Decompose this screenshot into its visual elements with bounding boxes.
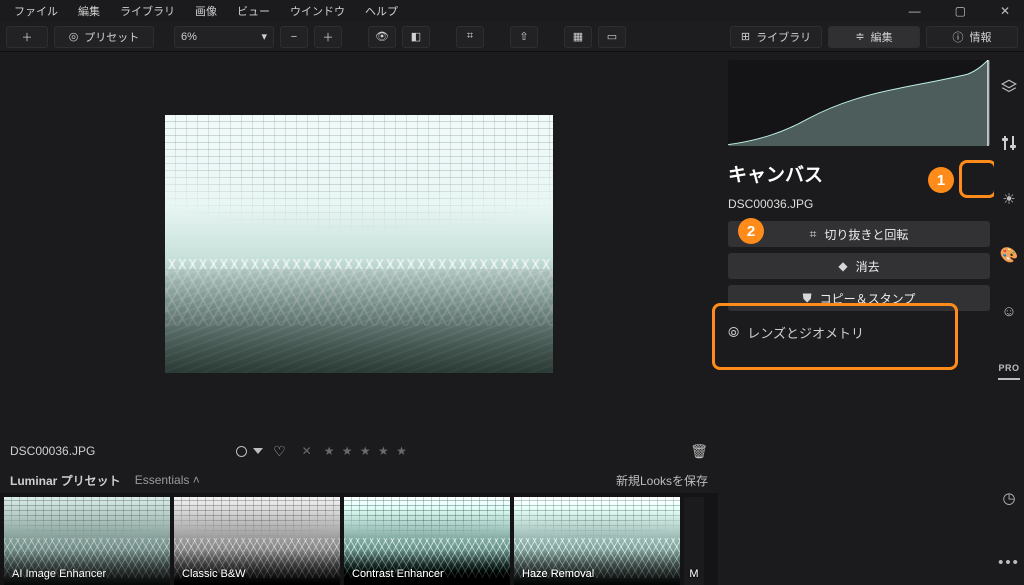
- maximize-button[interactable]: ▢: [945, 4, 976, 18]
- toolbar: ＋ ◎ プリセット 6% ▾ − ＋ 👁 ◧ ⌗ ⇧ ▦ ▭ ⊞ ライブラリ ≑…: [0, 22, 1024, 52]
- zoom-in-button[interactable]: ＋: [314, 26, 342, 48]
- preset-thumb-label: AI Image Enhancer: [12, 568, 106, 580]
- delete-button[interactable]: 🗑: [690, 443, 708, 460]
- stamp-icon: ⛊: [803, 291, 812, 306]
- preset-title: Luminar プリセット: [10, 472, 121, 489]
- save-look-button[interactable]: 新規Looksを保存: [616, 472, 708, 489]
- preset-thumb[interactable]: AI Image Enhancer: [4, 497, 170, 585]
- preset-thumb[interactable]: Haze Removal: [514, 497, 680, 585]
- zoom-value: 6%: [181, 31, 197, 43]
- preset-thumb[interactable]: Contrast Enhancer: [344, 497, 510, 585]
- clone-label: コピー＆スタンプ: [820, 290, 916, 307]
- info-icon: ⓘ: [953, 29, 964, 45]
- color-label-dropdown-icon[interactable]: [253, 448, 263, 454]
- menu-image[interactable]: 画像: [185, 3, 227, 19]
- preset-thumb[interactable]: M: [684, 497, 704, 585]
- portrait-tool[interactable]: ☺: [998, 300, 1020, 322]
- preset-button[interactable]: ◎ プリセット: [54, 26, 154, 48]
- menu-library[interactable]: ライブラリ: [110, 3, 185, 19]
- color-tool[interactable]: 🎨: [998, 244, 1020, 266]
- preset-thumb-label: Classic B&W: [182, 568, 246, 580]
- canvas-tool[interactable]: [998, 132, 1020, 154]
- compare-toggle[interactable]: ◧: [402, 26, 430, 48]
- image-info-bar: DSC00036.JPG ♡ ✕ ★ ★ ★ ★ ★ 🗑: [0, 435, 718, 467]
- menu-file[interactable]: ファイル: [4, 3, 68, 19]
- chevron-down-icon: ▾: [261, 30, 267, 43]
- eraser-icon: ◆: [838, 259, 847, 273]
- image-viewer[interactable]: [0, 52, 718, 435]
- flag-reject[interactable]: ✕: [302, 444, 314, 458]
- pro-tool[interactable]: PRO: [998, 358, 1020, 380]
- single-view[interactable]: ▭: [598, 26, 626, 48]
- zoom-control[interactable]: 6% ▾: [174, 26, 274, 48]
- edit-panel: 1 キャンバス DSC00036.JPG 2 ⌗ 切り抜きと回転 ◆ 消去 ⛊ …: [718, 52, 994, 585]
- menu-window[interactable]: ウインドウ: [280, 3, 355, 19]
- preview-toggle[interactable]: 👁: [368, 26, 396, 48]
- minimize-button[interactable]: —: [899, 4, 931, 18]
- photo-preview: [165, 115, 553, 373]
- window-controls: — ▢ ✕: [899, 4, 1020, 18]
- clone-stamp-button[interactable]: ⛊ コピー＆スタンプ: [728, 285, 990, 311]
- lens-geometry-section[interactable]: ⦾ レンズとジオメトリ: [728, 323, 990, 342]
- preset-thumb-label: Haze Removal: [522, 568, 594, 580]
- histogram[interactable]: [728, 60, 990, 146]
- erase-button[interactable]: ◆ 消去: [728, 253, 990, 279]
- preset-filmstrip[interactable]: AI Image Enhancer Classic B&W Contrast Enh…: [0, 493, 718, 585]
- more-button[interactable]: •••: [998, 551, 1020, 573]
- zoom-out-button[interactable]: −: [280, 26, 308, 48]
- preset-thumb-label: M: [689, 568, 698, 580]
- sliders-icon: [1001, 135, 1017, 151]
- annotation-badge-2: 2: [738, 218, 764, 244]
- erase-label: 消去: [856, 258, 880, 275]
- panel-title: キャンバス: [728, 160, 990, 187]
- tab-edit-label: 編集: [871, 29, 893, 45]
- preset-thumb-label: Contrast Enhancer: [352, 568, 444, 580]
- tab-edit[interactable]: ≑ 編集: [828, 26, 920, 48]
- preset-header: Luminar プリセット Essentials ˄ 新規Looksを保存: [0, 467, 718, 493]
- sliders-icon: ≑: [855, 30, 864, 43]
- history-button[interactable]: ◷: [998, 487, 1020, 509]
- preset-thumb[interactable]: Classic B&W: [174, 497, 340, 585]
- menu-view[interactable]: ビュー: [227, 3, 280, 19]
- tab-info-label: 情報: [970, 29, 992, 45]
- export-button[interactable]: ⇧: [510, 26, 538, 48]
- menu-bar: ファイル 編集 ライブラリ 画像 ビュー ウインドウ ヘルプ — ▢ ✕: [0, 0, 1024, 22]
- preset-label: プリセット: [84, 29, 139, 45]
- grid-view[interactable]: ▦: [564, 26, 592, 48]
- crop-icon: ⌗: [810, 227, 817, 242]
- layers-tool[interactable]: [998, 76, 1020, 98]
- tab-info[interactable]: ⓘ 情報: [926, 26, 1018, 48]
- close-button[interactable]: ✕: [990, 4, 1020, 18]
- panel-filename: DSC00036.JPG: [728, 197, 990, 211]
- add-button[interactable]: ＋: [6, 26, 48, 48]
- favorite-toggle[interactable]: ♡: [273, 443, 288, 460]
- crop-label: 切り抜きと回転: [824, 226, 908, 243]
- color-label-picker[interactable]: [236, 446, 247, 457]
- light-tool[interactable]: ☀: [998, 188, 1020, 210]
- filename-label: DSC00036.JPG: [10, 444, 95, 458]
- menu-help[interactable]: ヘルプ: [355, 3, 408, 19]
- crop-tool[interactable]: ⌗: [456, 26, 484, 48]
- lens-label: レンズとジオメトリ: [747, 323, 864, 342]
- aperture-icon: ⦾: [728, 324, 739, 341]
- image-canvas: [165, 115, 553, 373]
- tab-library-label: ライブラリ: [756, 29, 811, 45]
- tab-library[interactable]: ⊞ ライブラリ: [730, 26, 822, 48]
- menu-edit[interactable]: 編集: [68, 3, 110, 19]
- crop-rotate-button[interactable]: 2 ⌗ 切り抜きと回転: [728, 221, 990, 247]
- side-toolstrip: ☀ 🎨 ☺ PRO ◷ •••: [994, 52, 1024, 585]
- preset-rings-icon: ◎: [69, 30, 79, 43]
- star-rating[interactable]: ★ ★ ★ ★ ★: [324, 444, 409, 458]
- preset-group[interactable]: Essentials ˄: [135, 473, 200, 487]
- library-icon: ⊞: [741, 30, 750, 43]
